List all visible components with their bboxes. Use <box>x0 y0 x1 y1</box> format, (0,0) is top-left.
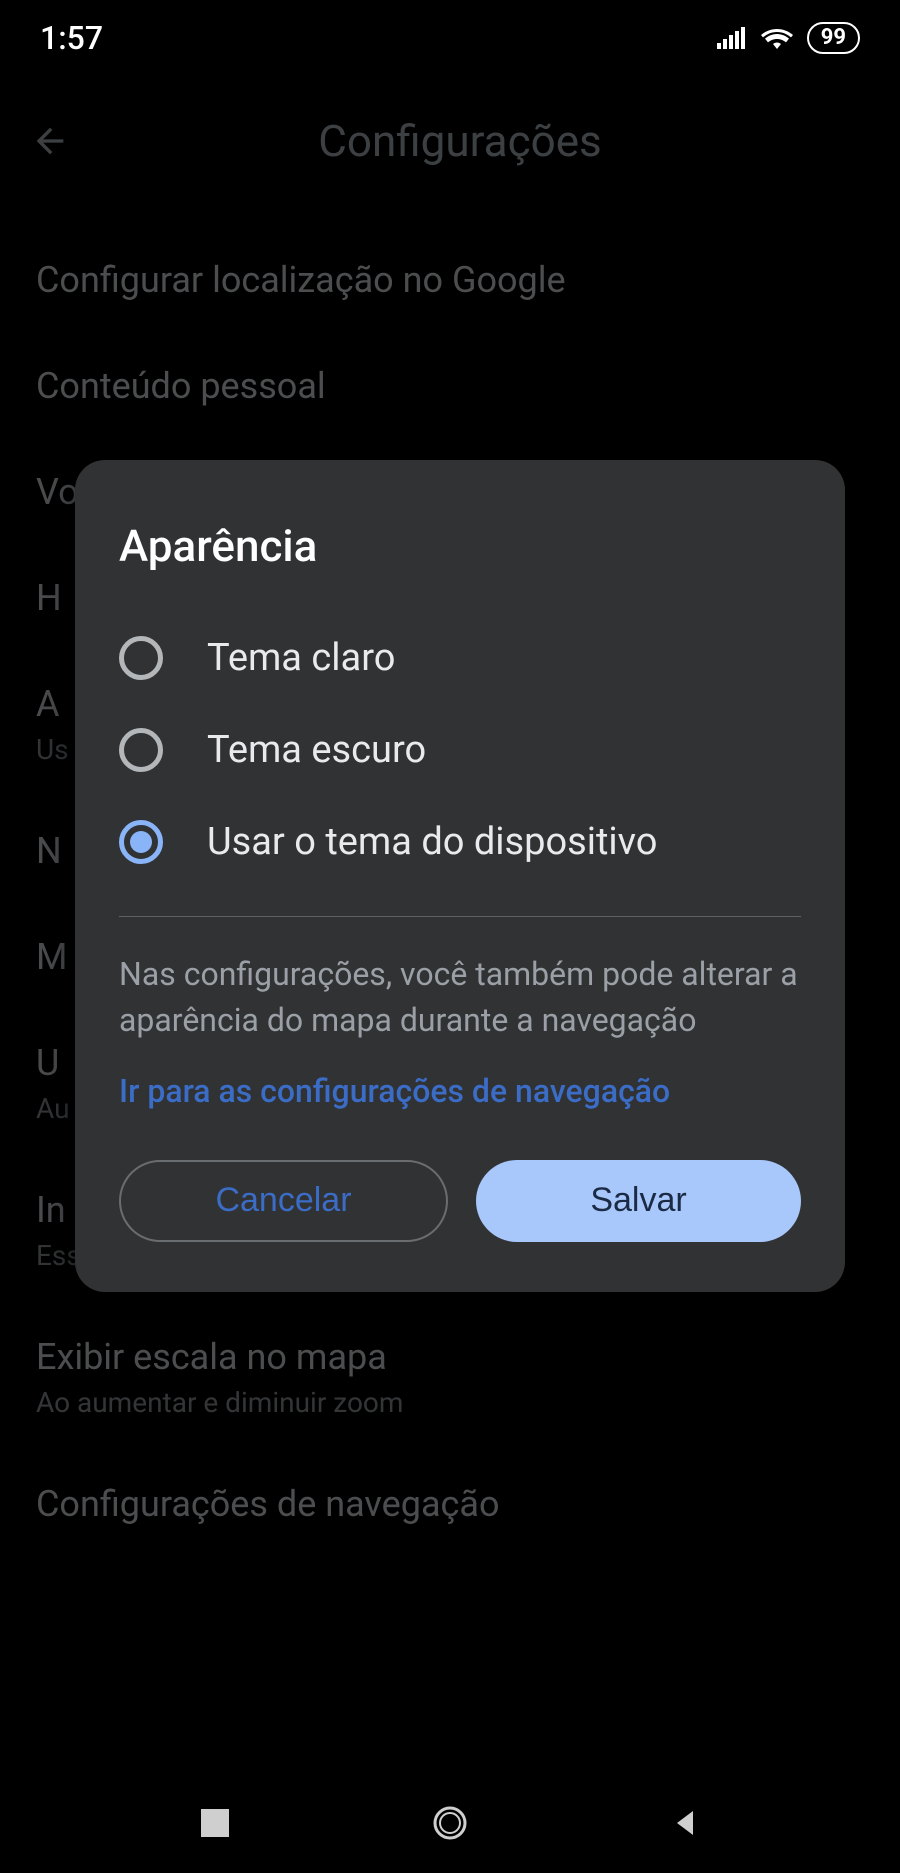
radio-inner-dot <box>130 831 152 853</box>
radio-option-device[interactable]: Usar o tema do dispositivo <box>119 796 801 888</box>
status-time: 1:57 <box>40 19 103 57</box>
radio-icon-selected <box>119 820 163 864</box>
status-bar: 1:57 99 <box>0 0 900 75</box>
radio-label: Tema claro <box>207 636 395 680</box>
radio-option-dark[interactable]: Tema escuro <box>119 704 801 796</box>
recent-apps-icon[interactable] <box>194 1802 236 1844</box>
dialog-title: Aparência <box>75 520 845 612</box>
battery-icon: 99 <box>807 22 860 54</box>
battery-level: 99 <box>821 25 846 50</box>
divider <box>119 916 801 917</box>
android-nav-bar <box>0 1773 900 1873</box>
signal-icon <box>717 19 747 57</box>
cancel-button[interactable]: Cancelar <box>119 1160 448 1242</box>
dialog-note: Nas configurações, você também pode alte… <box>75 951 845 1044</box>
radio-icon <box>119 728 163 772</box>
home-icon[interactable] <box>429 1802 471 1844</box>
status-right: 99 <box>717 19 860 57</box>
radio-icon <box>119 636 163 680</box>
radio-label: Usar o tema do dispositivo <box>207 820 657 864</box>
navigation-settings-link[interactable]: Ir para as configurações de navegação <box>75 1044 845 1160</box>
radio-group: Tema claro Tema escuro Usar o tema do di… <box>75 612 845 888</box>
appearance-dialog: Aparência Tema claro Tema escuro Usar o … <box>75 460 845 1292</box>
radio-option-light[interactable]: Tema claro <box>119 612 801 704</box>
radio-label: Tema escuro <box>207 728 426 772</box>
dialog-buttons: Cancelar Salvar <box>75 1160 845 1242</box>
back-nav-icon[interactable] <box>665 1802 707 1844</box>
save-button[interactable]: Salvar <box>476 1160 801 1242</box>
wifi-icon <box>761 19 793 57</box>
